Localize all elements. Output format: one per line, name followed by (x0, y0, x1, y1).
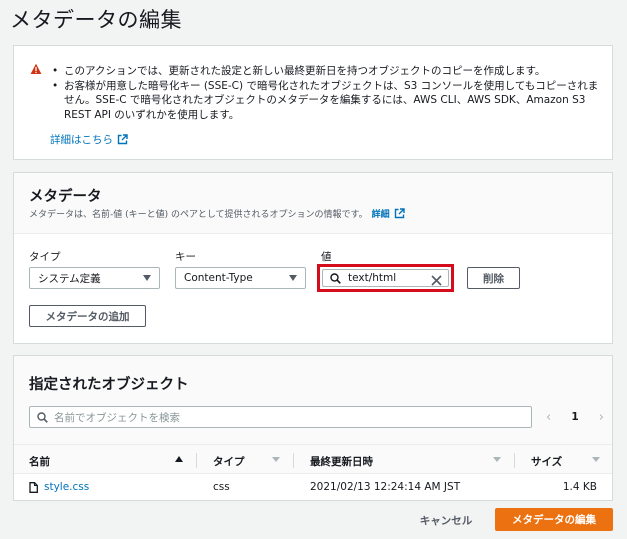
type-select-value: システム定義 (38, 272, 101, 285)
key-select[interactable]: Content-Type (175, 267, 306, 289)
metadata-info-link-label: 詳細 (371, 210, 390, 220)
key-select-value: Content-Type (184, 272, 253, 284)
edit-metadata-button[interactable]: メタデータの編集 (495, 508, 613, 531)
col-name[interactable]: 名前 (29, 454, 50, 469)
search-icon (37, 411, 48, 423)
file-name: style.css (44, 481, 90, 493)
sort-icon[interactable] (493, 457, 501, 462)
objects-panel: 指定されたオブジェクト 名前でオブジェクトを検索 ‹ 1 › 名前 タイプ 最終… (13, 355, 613, 501)
type-select[interactable]: システム定義 (29, 267, 160, 289)
value-input-highlight: text/html (317, 264, 454, 292)
remove-button[interactable]: 削除 (467, 267, 520, 289)
col-modified[interactable]: 最終更新日時 (310, 454, 373, 469)
object-search-input[interactable]: 名前でオブジェクトを検索 (29, 406, 532, 428)
cancel-button[interactable]: キャンセル (413, 509, 479, 531)
metadata-info-link[interactable]: 詳細 (372, 207, 405, 220)
objects-title: 指定されたオブジェクト (29, 377, 189, 393)
file-type: css (213, 481, 230, 493)
clear-icon[interactable] (431, 275, 442, 286)
learn-more-link[interactable]: 詳細はこちら (50, 132, 128, 147)
sort-icon[interactable] (272, 457, 280, 462)
sort-ascending-icon[interactable] (175, 456, 183, 462)
metadata-description: メタデータは、名前-値 (キーと値) のペアとして提供されるオプションの情報です… (29, 207, 405, 220)
add-metadata-button[interactable]: メタデータの追加 (29, 305, 146, 327)
caret-down-icon (143, 275, 151, 281)
chevron-left-icon[interactable]: ‹ (546, 410, 551, 425)
external-link-icon (117, 134, 128, 145)
value-input-text: text/html (348, 272, 397, 284)
learn-more-label: 詳細はこちら (50, 134, 113, 146)
file-link[interactable]: style.css (29, 481, 89, 493)
caret-down-icon (289, 275, 297, 281)
value-label: 値 (321, 251, 332, 263)
page-title: メタデータの編集 (10, 8, 182, 32)
warning-bullet: このアクションでは、更新された設定と新しい最終更新日を持つオブジェクトのコピーを… (50, 64, 602, 79)
metadata-panel: メタデータ メタデータは、名前-値 (キーと値) のペアとして提供されるオプショ… (13, 172, 613, 344)
page-number[interactable]: 1 (571, 411, 578, 423)
objects-header: 指定されたオブジェクト 名前でオブジェクトを検索 ‹ 1 › (14, 356, 612, 444)
search-icon (330, 272, 341, 284)
table-header: 名前 タイプ 最終更新日時 サイズ (14, 444, 612, 474)
warning-triangle-icon (30, 63, 42, 74)
warning-alert: このアクションでは、更新された設定と新しい最終更新日を持つオブジェクトのコピーを… (13, 45, 613, 160)
metadata-description-text: メタデータは、名前-値 (キーと値) のペアとして提供されるオプションの情報です… (29, 210, 368, 220)
file-size: 1.4 KB (562, 481, 597, 493)
table-row: style.css css 2021/02/13 12:24:14 AM JST… (14, 474, 612, 500)
column-divider (293, 453, 294, 468)
file-icon (29, 481, 38, 493)
search-placeholder: 名前でオブジェクトを検索 (54, 411, 180, 424)
column-divider (514, 453, 515, 468)
column-divider (196, 453, 197, 468)
col-size[interactable]: サイズ (531, 454, 562, 469)
key-label: キー (175, 251, 196, 263)
file-modified: 2021/02/13 12:24:14 AM JST (310, 481, 461, 493)
metadata-title: メタデータ (29, 189, 102, 205)
chevron-right-icon[interactable]: › (599, 410, 604, 425)
warning-list: このアクションでは、更新された設定と新しい最終更新日を持つオブジェクトのコピーを… (50, 64, 602, 122)
external-link-icon (394, 208, 405, 219)
pagination: ‹ 1 › (546, 408, 604, 426)
sort-icon[interactable] (592, 457, 600, 462)
metadata-header: メタデータ メタデータは、名前-値 (キーと値) のペアとして提供されるオプショ… (14, 173, 612, 234)
type-label: タイプ (29, 251, 61, 263)
value-input[interactable]: text/html (322, 269, 449, 287)
col-type[interactable]: タイプ (213, 454, 245, 469)
warning-bullet: お客様が用意した暗号化キー (SSE-C) で暗号化されたオブジェクトは、S3 … (50, 79, 602, 123)
